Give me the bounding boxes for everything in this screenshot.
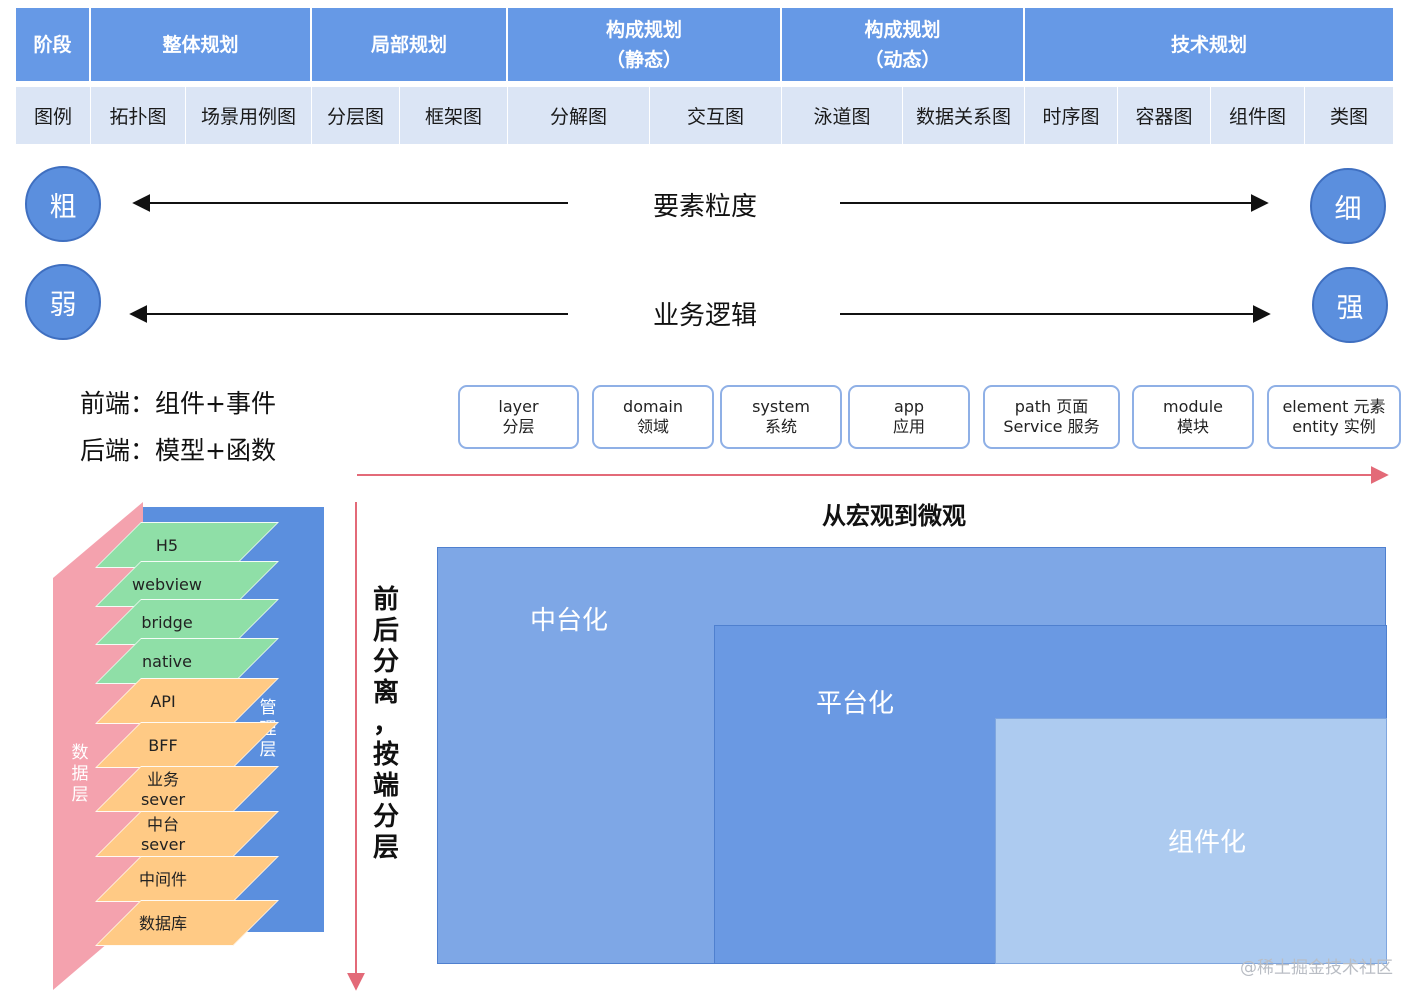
scope-en: layer	[498, 397, 539, 416]
scope-en: element 元素	[1282, 397, 1386, 416]
management-layer-char: 管	[259, 698, 277, 718]
layer-database-label: 数据库	[138, 914, 187, 933]
scope-layer: layer 分层	[458, 385, 579, 449]
scope-en: app	[893, 397, 925, 416]
scope-element-entity: element 元素 entity 实例	[1267, 385, 1401, 449]
scope-domain: domain 领域	[592, 385, 714, 449]
layer-line2: sever	[140, 835, 186, 854]
layer-line1: 中台	[146, 815, 179, 834]
layer-middle-platform-sever-label: 中台 sever	[94, 815, 232, 855]
scope-path-service: path 页面 Service 服务	[983, 385, 1120, 449]
scope-zh: 应用	[892, 417, 925, 436]
middle-platform-label: 中台化	[530, 606, 609, 636]
data-layer-char: 层	[71, 785, 89, 805]
scope-zh: 模块	[1176, 417, 1209, 436]
scope-en: path 页面	[1014, 397, 1089, 416]
layer-business-sever-label: 业务 sever	[94, 770, 232, 810]
layer-middleware-label: 中间件	[138, 870, 187, 889]
layer-native-label: native	[142, 652, 192, 671]
scope-zh: 系统	[764, 417, 797, 436]
scope-system: system 系统	[720, 385, 842, 449]
data-layer-label: 数 据 层	[70, 743, 90, 806]
management-layer-char: 层	[259, 740, 277, 760]
layer-line1: 业务	[146, 770, 179, 789]
scope-en: module	[1163, 397, 1223, 416]
layer-h5-label: H5	[155, 536, 179, 555]
platform-label: 平台化	[816, 689, 895, 719]
scope-en: domain	[623, 397, 683, 416]
layer-bff-label: BFF	[148, 736, 178, 755]
scope-zh: 领域	[636, 417, 669, 436]
scope-module: module 模块	[1132, 385, 1254, 449]
macro-to-micro-label: 从宏观到微观	[822, 502, 966, 530]
layer-webview-label: webview	[132, 575, 202, 594]
watermark: @稀土掘金技术社区	[1240, 958, 1393, 978]
layer-bridge-label: bridge	[141, 613, 193, 632]
scope-zh: entity 实例	[1292, 417, 1376, 436]
scope-zh: Service 服务	[1003, 417, 1100, 436]
layer-line2: sever	[140, 790, 186, 809]
data-layer-char: 数	[71, 743, 89, 763]
component-label: 组件化	[1168, 828, 1247, 858]
data-layer-char: 据	[71, 764, 89, 784]
scope-app: app 应用	[848, 385, 970, 449]
scope-zh: 分层	[502, 417, 535, 436]
layer-api-label: API	[150, 692, 176, 711]
scope-en: system	[752, 397, 810, 416]
